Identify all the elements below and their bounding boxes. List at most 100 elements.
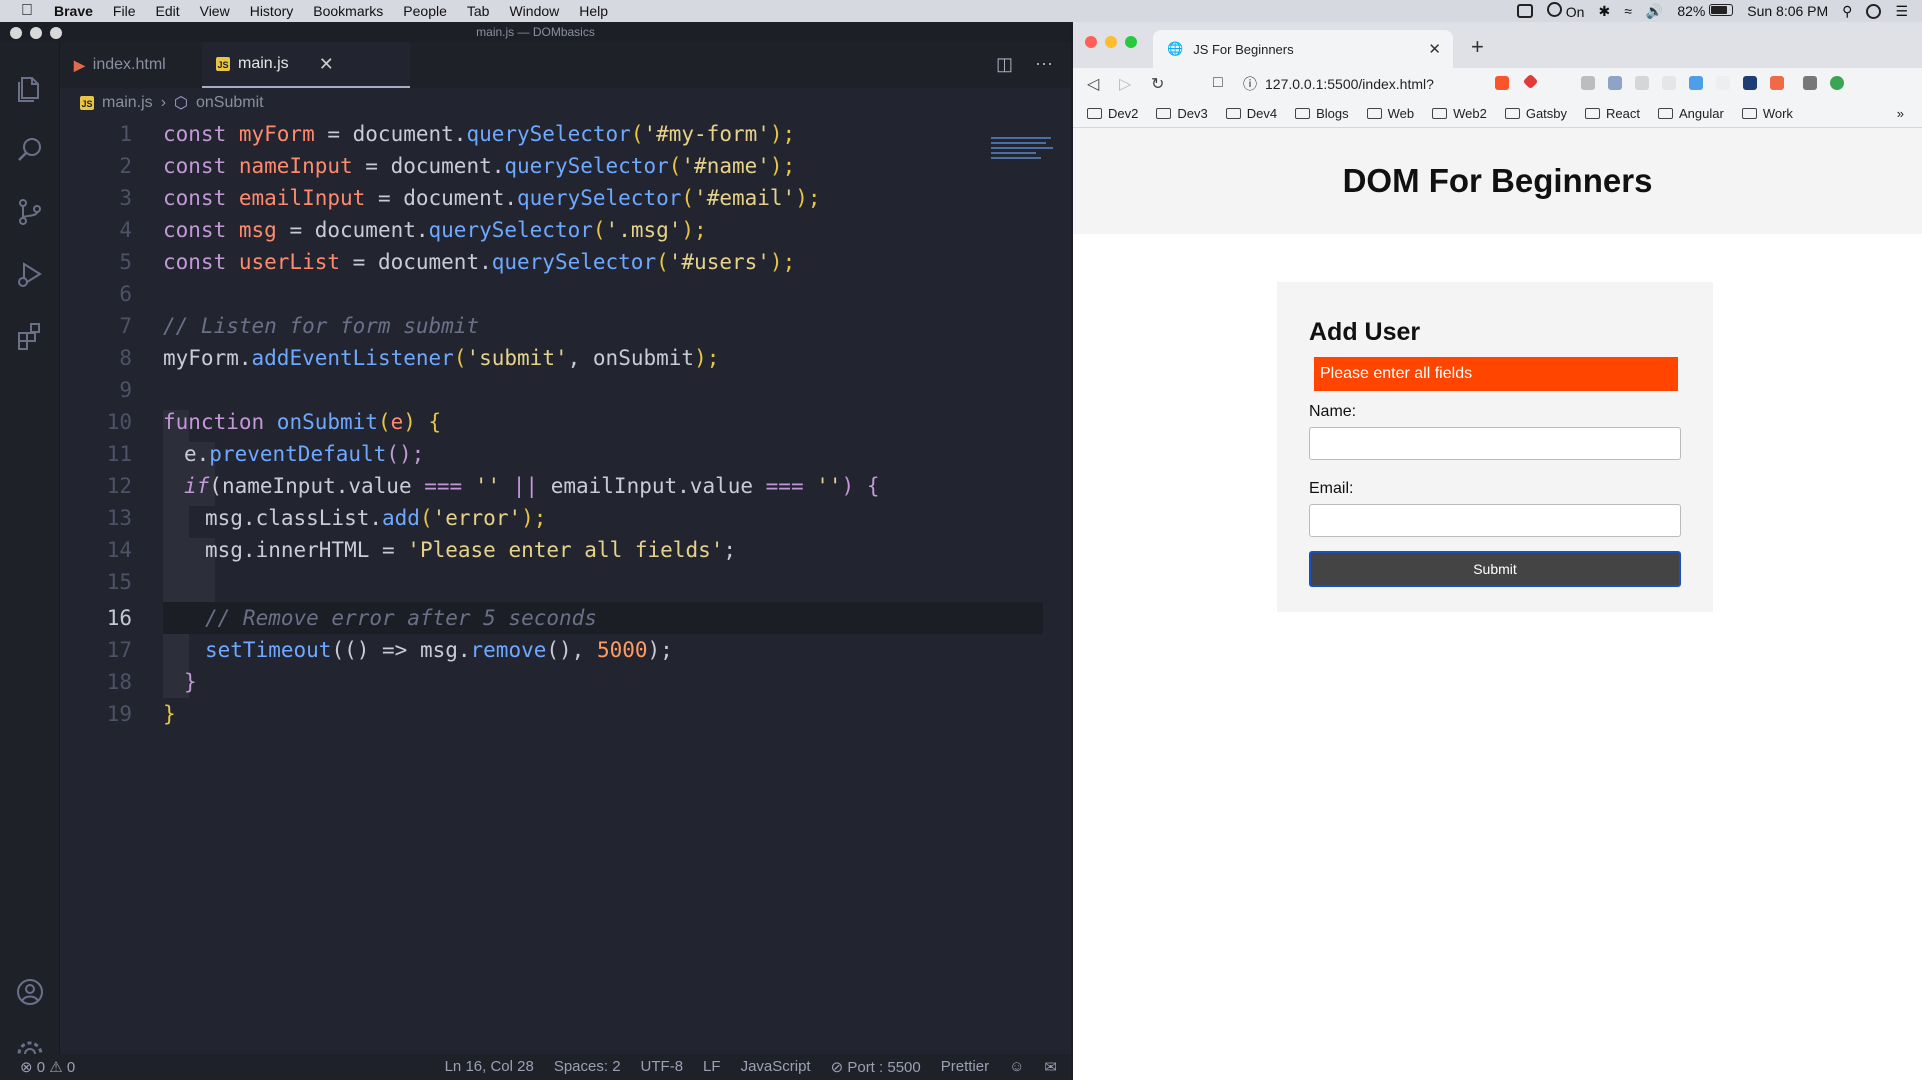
bookmark-folder[interactable]: Dev2 [1087,106,1138,121]
reading-list-icon[interactable] [1803,76,1817,90]
bookmark-folder[interactable]: Dev3 [1156,106,1208,121]
close-window-button[interactable] [10,27,22,39]
bookmark-folder[interactable]: Work [1741,106,1793,121]
js-file-icon: JS [216,57,230,71]
extension-icon[interactable] [1770,76,1784,90]
menu-clock[interactable]: Sun 8:06 PM [1747,3,1828,19]
minimize-window-button[interactable] [30,27,42,39]
live-server-port[interactable]: ⊘ Port : 5500 [831,1058,921,1076]
brave-shields-icon[interactable] [1495,76,1509,90]
more-actions-icon[interactable]: ⋯ [1035,54,1053,75]
eol-status[interactable]: LF [703,1058,721,1076]
extension-icon[interactable] [1581,76,1595,90]
site-info-icon[interactable]: ⓘ [1243,71,1257,97]
extension-icon[interactable] [1743,76,1757,90]
code-editor[interactable]: 1 const myForm = document.querySelector('… [60,118,1060,1054]
indentation-status[interactable]: Spaces: 2 [554,1058,621,1076]
close-window-button[interactable] [1085,36,1097,48]
cursor-position[interactable]: Ln 16, Col 28 [445,1058,534,1076]
folder-icon [1156,108,1172,119]
bookmark-folder[interactable]: Gatsby [1504,106,1567,121]
breadcrumb-symbol[interactable]: onSubmit [196,94,264,112]
forward-icon[interactable]: ▷ [1119,74,1131,94]
bookmark-icon[interactable]: □ [1213,74,1223,92]
menu-file[interactable]: File [103,0,146,22]
bluetooth-icon[interactable]: ✱ [1598,3,1610,20]
menu-people[interactable]: People [393,0,457,22]
folder-icon [1295,108,1311,119]
run-debug-icon[interactable] [14,258,46,290]
submit-button[interactable]: Submit [1309,551,1681,587]
profile-icon[interactable] [1830,76,1844,90]
extension-icon[interactable] [1716,76,1730,90]
brave-rewards-icon[interactable] [1522,73,1539,90]
feedback-icon[interactable]: ☺ [1009,1058,1024,1076]
folder-icon [1366,108,1382,119]
language-mode[interactable]: JavaScript [741,1058,811,1076]
close-tab-icon[interactable]: ✕ [319,54,334,75]
menu-view[interactable]: View [190,0,240,22]
extension-icon[interactable] [1662,76,1676,90]
menu-app-name[interactable]: Brave [44,0,103,22]
breadcrumb-separator-icon: › [160,94,167,111]
split-editor-icon[interactable]: ◫ [996,54,1013,75]
email-input[interactable] [1309,504,1681,537]
tab-index-html[interactable]: ▶ index.html [60,42,202,88]
volume-icon[interactable]: 🔊 [1646,3,1663,20]
menu-edit[interactable]: Edit [145,0,189,22]
new-tab-button[interactable]: + [1471,34,1484,60]
minimize-window-button[interactable] [1105,36,1117,48]
source-control-icon[interactable] [14,196,46,228]
search-icon[interactable] [14,134,46,166]
account-icon[interactable] [14,976,46,1008]
menu-tab[interactable]: Tab [457,0,500,22]
line-number: 1 [119,122,132,146]
control-center-icon[interactable]: ☰ [1895,3,1908,20]
screen-record-icon[interactable] [1516,4,1533,18]
battery-status[interactable]: 82% [1677,3,1734,19]
siri-icon[interactable] [1866,3,1882,19]
bookmark-folder[interactable]: React [1585,106,1640,121]
reload-icon[interactable]: ↻ [1151,74,1164,94]
wifi-icon[interactable]: ≈ [1624,3,1632,19]
code-text: } [163,702,176,726]
bookmark-folder[interactable]: Web [1366,106,1414,121]
browser-toolbar: ◁ ▷ ↻ □ ⓘ 127.0.0.1:5500/index.html? [1073,68,1922,100]
menu-bookmarks[interactable]: Bookmarks [303,0,393,22]
maximize-window-button[interactable] [1125,36,1137,48]
browser-window: 🌐 JS For Beginners ✕ + ◁ ▷ ↻ □ ⓘ 127.0.0… [1073,22,1922,1080]
apple-icon[interactable]:  [10,2,44,20]
bookmark-folder[interactable]: Dev4 [1225,106,1277,121]
bookmark-folder[interactable]: Web2 [1432,106,1487,121]
breadcrumb-file[interactable]: main.js [102,94,153,112]
bookmark-folder[interactable]: Angular [1658,106,1724,121]
prettier-status[interactable]: Prettier [941,1058,989,1076]
menu-help[interactable]: Help [569,0,618,22]
tab-main-js[interactable]: JS main.js ✕ [202,42,410,88]
extension-icon[interactable] [1635,76,1649,90]
browser-tab[interactable]: 🌐 JS For Beginners ✕ [1153,30,1453,68]
name-input[interactable] [1309,427,1681,460]
minimap[interactable] [991,134,1061,174]
encoding-status[interactable]: UTF-8 [641,1058,684,1076]
line-number: 6 [119,282,132,306]
extension-icon[interactable] [1608,76,1622,90]
folder-icon [1504,108,1520,119]
bookmark-folder[interactable]: Blogs [1295,106,1349,121]
focus-status[interactable]: On [1546,2,1584,20]
back-icon[interactable]: ◁ [1087,74,1099,94]
explorer-icon[interactable] [14,72,46,104]
menu-history[interactable]: History [240,0,304,22]
extensions-icon[interactable] [14,320,46,352]
maximize-window-button[interactable] [50,27,62,39]
close-tab-icon[interactable]: ✕ [1428,40,1441,58]
menu-window[interactable]: Window [499,0,569,22]
problems-status[interactable]: ⊗ 0 ⚠ 0 [20,1058,75,1076]
function-symbol-icon: ⬡ [174,95,188,112]
address-bar[interactable]: ⓘ 127.0.0.1:5500/index.html? [1243,71,1523,97]
color-picker-icon[interactable] [1689,76,1703,90]
notifications-bell-icon[interactable]: ✉ [1044,1058,1057,1076]
more-bookmarks-icon[interactable]: » [1897,106,1904,121]
code-line: 17 setTimeout(() => msg.remove(), 5000); [60,634,1000,666]
spotlight-search-icon[interactable]: ⚲ [1842,3,1852,20]
